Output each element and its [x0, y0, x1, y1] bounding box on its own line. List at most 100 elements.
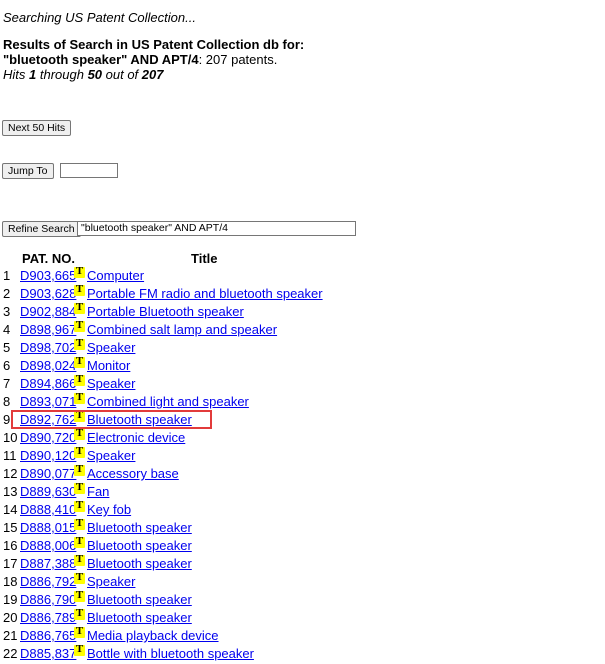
row-number: 6 [3, 358, 11, 373]
patent-title-link[interactable]: Electronic device [87, 429, 185, 447]
patent-title-link[interactable]: Combined light and speaker [87, 393, 249, 411]
full-text-icon[interactable]: T [74, 301, 85, 314]
patent-title-link[interactable]: Bluetooth speaker [87, 537, 192, 555]
full-text-icon[interactable]: T [74, 445, 85, 458]
patent-title-link[interactable]: Bluetooth speaker [87, 591, 192, 609]
row-number: 12 [3, 466, 18, 481]
results-query-line: "bluetooth speaker" AND APT/4: 207 paten… [3, 52, 304, 67]
patent-number-link[interactable]: D890,720 [20, 429, 76, 447]
patent-title-link[interactable]: Speaker [87, 375, 135, 393]
full-text-icon[interactable]: T [74, 589, 85, 602]
patent-title-link[interactable]: Speaker [87, 447, 135, 465]
patent-title-link[interactable]: Accessory base [87, 465, 179, 483]
patent-number-link[interactable]: D885,837 [20, 645, 76, 663]
row-number: 15 [3, 520, 18, 535]
patent-number-link[interactable]: D903,628 [20, 285, 76, 303]
patent-number-link[interactable]: D894,866 [20, 375, 76, 393]
patent-title-link[interactable]: Combined salt lamp and speaker [87, 321, 277, 339]
patent-title-link[interactable]: Media playback device [87, 627, 219, 645]
patent-number-link[interactable]: D903,665 [20, 267, 76, 285]
full-text-icon[interactable]: T [74, 499, 85, 512]
table-row: 11 D890,120 T Speaker [0, 445, 600, 465]
patent-title-link[interactable]: Computer [87, 267, 144, 285]
patent-title-link[interactable]: Portable Bluetooth speaker [87, 303, 244, 321]
row-number: 2 [3, 286, 11, 301]
next-hits-button[interactable]: Next 50 Hits [2, 120, 72, 136]
full-text-icon[interactable]: T [74, 553, 85, 566]
row-number: 17 [3, 556, 18, 571]
jump-to-input[interactable] [60, 163, 118, 178]
full-text-icon[interactable]: T [74, 625, 85, 638]
patent-title-link[interactable]: Fan [87, 483, 109, 501]
table-row: 10 D890,720 T Electronic device [0, 427, 600, 447]
full-text-icon[interactable]: T [74, 427, 85, 440]
patent-number-link[interactable]: D886,765 [20, 627, 76, 645]
table-row: 7 D894,866 T Speaker [0, 373, 600, 393]
patent-title-link[interactable]: Speaker [87, 339, 135, 357]
patent-number-link[interactable]: D898,967 [20, 321, 76, 339]
row-number: 14 [3, 502, 18, 517]
full-text-icon[interactable]: T [74, 265, 85, 278]
hits-range: Hits 1 through 50 out of 207 [3, 67, 164, 82]
row-number: 9 [3, 412, 11, 427]
full-text-icon[interactable]: T [74, 337, 85, 350]
full-text-icon[interactable]: T [74, 517, 85, 530]
row-number: 21 [3, 628, 18, 643]
patent-number-link[interactable]: D893,071 [20, 393, 76, 411]
patent-number-link[interactable]: D902,884 [20, 303, 76, 321]
patent-title-link[interactable]: Bluetooth speaker [87, 519, 192, 537]
table-row: 13 D889,630 T Fan [0, 481, 600, 501]
row-number: 18 [3, 574, 18, 589]
row-number: 1 [3, 268, 11, 283]
table-row: 21 D886,765 T Media playback device [0, 625, 600, 645]
patent-number-link[interactable]: D890,120 [20, 447, 76, 465]
full-text-icon[interactable]: T [74, 373, 85, 386]
row-number: 8 [3, 394, 11, 409]
patent-title-link[interactable]: Portable FM radio and bluetooth speaker [87, 285, 323, 303]
table-row: 20 D886,789 T Bluetooth speaker [0, 607, 600, 627]
row-number: 19 [3, 592, 18, 607]
patent-number-link[interactable]: D886,790 [20, 591, 76, 609]
patent-number-link[interactable]: D890,077 [20, 465, 76, 483]
table-row: 3 D902,884 T Portable Bluetooth speaker [0, 301, 600, 321]
patent-number-link[interactable]: D888,410 [20, 501, 76, 519]
table-row: 22 D885,837 T Bottle with bluetooth speaker [0, 643, 600, 663]
patent-number-link[interactable]: D886,789 [20, 609, 76, 627]
patent-number-link[interactable]: D887,388 [20, 555, 76, 573]
row-number: 10 [3, 430, 18, 445]
full-text-icon[interactable]: T [74, 571, 85, 584]
refine-search-input[interactable]: "bluetooth speaker" AND APT/4 [77, 221, 356, 236]
full-text-icon[interactable]: T [74, 391, 85, 404]
patent-title-link[interactable]: Bottle with bluetooth speaker [87, 645, 254, 663]
patent-number-link[interactable]: D888,006 [20, 537, 76, 555]
patent-number-link[interactable]: D889,630 [20, 483, 76, 501]
patent-title-link[interactable]: Speaker [87, 573, 135, 591]
full-text-icon[interactable]: T [74, 463, 85, 476]
full-text-icon[interactable]: T [74, 607, 85, 620]
full-text-icon[interactable]: T [74, 535, 85, 548]
jump-to-button[interactable]: Jump To [2, 163, 54, 179]
row-number: 16 [3, 538, 18, 553]
patent-title-link[interactable]: Key fob [87, 501, 131, 519]
full-text-icon[interactable]: T [74, 481, 85, 494]
patent-count: : 207 patents. [198, 52, 278, 67]
results-heading: Results of Search in US Patent Collectio… [3, 37, 305, 52]
table-row: 1 D903,665 T Computer [0, 265, 600, 285]
search-status-text: Searching US Patent Collection... [3, 10, 196, 25]
full-text-icon[interactable]: T [74, 355, 85, 368]
patent-title-link[interactable]: Bluetooth speaker [87, 609, 192, 627]
patent-title-link[interactable]: Monitor [87, 357, 130, 375]
patent-title-link[interactable]: Bluetooth speaker [87, 555, 192, 573]
full-text-icon[interactable]: T [74, 643, 85, 656]
row-number: 5 [3, 340, 11, 355]
row-number: 4 [3, 322, 11, 337]
patent-number-link[interactable]: D898,024 [20, 357, 76, 375]
patent-number-link[interactable]: D888,015 [20, 519, 76, 537]
patent-number-link[interactable]: D898,702 [20, 339, 76, 357]
full-text-icon[interactable]: T [74, 319, 85, 332]
column-header-title: Title [191, 251, 218, 266]
patent-number-link[interactable]: D886,792 [20, 573, 76, 591]
refine-search-button[interactable]: Refine Search [2, 221, 81, 237]
table-row: 15 D888,015 T Bluetooth speaker [0, 517, 600, 537]
full-text-icon[interactable]: T [74, 283, 85, 296]
